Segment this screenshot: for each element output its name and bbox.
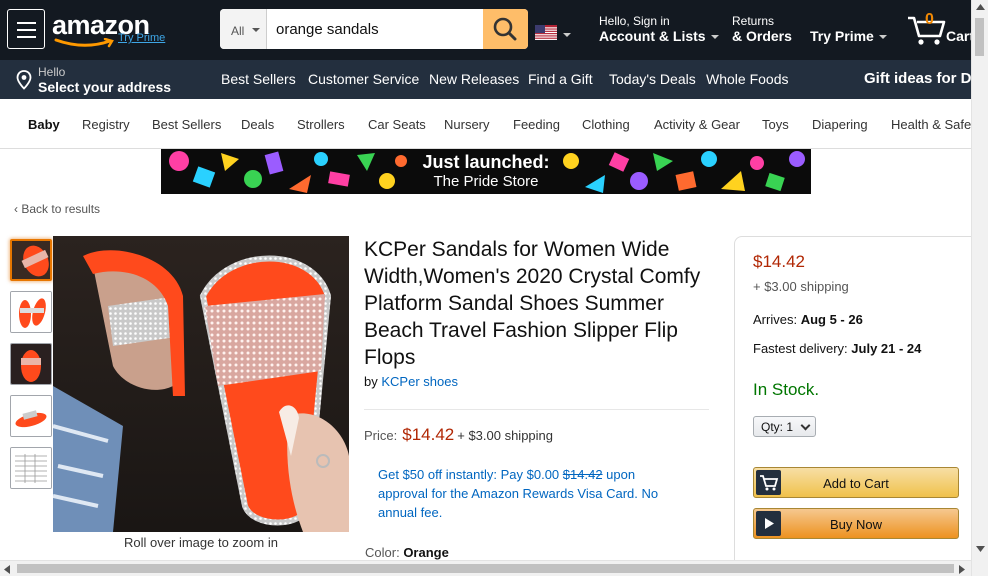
thumbnail-image xyxy=(11,292,51,332)
search-button[interactable] xyxy=(483,9,528,49)
nav-customer-service[interactable]: Customer Service xyxy=(308,71,419,87)
category-strollers[interactable]: Strollers xyxy=(297,117,345,132)
thumbnail-2[interactable] xyxy=(10,291,52,333)
add-to-cart-button[interactable]: Add to Cart xyxy=(753,467,959,498)
scroll-left-icon[interactable] xyxy=(4,565,10,574)
location-pin-icon xyxy=(16,70,32,90)
thumbnail-image xyxy=(11,396,51,436)
category-bar: Baby Registry Best Sellers Deals Strolle… xyxy=(0,99,972,149)
price-row: Price: $14.42 + $3.00 shipping xyxy=(364,425,554,444)
category-activity-gear[interactable]: Activity & Gear xyxy=(654,117,740,132)
product-price: $14.42 xyxy=(402,425,455,444)
divider xyxy=(364,409,709,410)
category-clothing[interactable]: Clothing xyxy=(582,117,630,132)
search-icon xyxy=(493,17,517,41)
amazon-logo[interactable]: amazon Try Prime xyxy=(52,10,172,50)
search-input[interactable] xyxy=(267,9,483,49)
chevron-down-icon xyxy=(563,33,571,37)
top-nav: amazon Try Prime All Hello, Sign i xyxy=(0,0,975,60)
us-flag-icon[interactable] xyxy=(535,25,557,40)
fastest-delivery: Fastest delivery: July 21 - 24 xyxy=(753,341,922,356)
sandal-image xyxy=(53,236,349,532)
cart-icon xyxy=(756,470,781,495)
chevron-down-icon xyxy=(710,35,719,40)
scroll-up-icon[interactable] xyxy=(976,4,985,10)
chevron-down-icon xyxy=(800,420,811,431)
main-product-image[interactable] xyxy=(53,236,349,532)
category-diapering[interactable]: Diapering xyxy=(812,117,868,132)
color-selector-label: Color: Orange xyxy=(365,545,449,560)
arrival-date: Arrives: Aug 5 - 26 xyxy=(753,312,863,327)
search-category-dropdown[interactable]: All xyxy=(220,9,267,49)
nav-best-sellers[interactable]: Best Sellers xyxy=(221,71,296,87)
size-chart-thumbnail xyxy=(11,448,51,488)
thumbnail-image xyxy=(11,344,51,384)
category-feeding[interactable]: Feeding xyxy=(513,117,560,132)
category-deals[interactable]: Deals xyxy=(241,117,274,132)
search-bar: All xyxy=(220,9,528,49)
selected-color: Orange xyxy=(403,545,449,560)
quantity-select[interactable]: Qty: 1 xyxy=(753,416,816,437)
category-car-seats[interactable]: Car Seats xyxy=(368,117,426,132)
category-nursery[interactable]: Nursery xyxy=(444,117,490,132)
category-registry[interactable]: Registry xyxy=(82,117,130,132)
back-to-results-link[interactable]: ‹ Back to results xyxy=(14,202,100,216)
chevron-down-icon xyxy=(878,35,887,40)
product-title: KCPer Sandals for Women Wide Width,Women… xyxy=(364,238,701,369)
scroll-right-icon[interactable] xyxy=(959,565,965,574)
zoom-hint: Roll over image to zoom in xyxy=(124,535,278,550)
nav-new-releases[interactable]: New Releases xyxy=(429,71,519,87)
thumbnail-3[interactable] xyxy=(10,343,52,385)
cart-label: Cart xyxy=(946,28,975,44)
vertical-scrollbar[interactable] xyxy=(971,0,988,576)
category-toys[interactable]: Toys xyxy=(762,117,789,132)
horizontal-scroll-thumb[interactable] xyxy=(17,564,954,573)
cart-count: 0 xyxy=(925,11,934,28)
gift-ideas-link[interactable]: Gift ideas for Dad xyxy=(864,70,972,87)
scroll-down-icon[interactable] xyxy=(976,546,985,552)
thumbnail-4[interactable] xyxy=(10,395,52,437)
rewards-card-promo[interactable]: Get $50 off instantly: Pay $0.00 $14.42 … xyxy=(378,465,683,522)
chevron-down-icon xyxy=(252,28,260,32)
thumbnail-1[interactable] xyxy=(10,239,52,281)
sub-nav: Hello Select your address Best Sellers C… xyxy=(0,60,972,99)
hamburger-icon xyxy=(17,22,36,24)
brand-link[interactable]: KCPer shoes xyxy=(381,374,458,389)
promo-banner[interactable]: Just launched: The Pride Store xyxy=(161,149,811,194)
banner-title: Just launched: xyxy=(422,152,550,172)
nav-todays-deals[interactable]: Today's Deals xyxy=(609,71,696,87)
nav-whole-foods[interactable]: Whole Foods xyxy=(706,71,788,87)
byline: by KCPer shoes xyxy=(364,374,458,389)
menu-button[interactable] xyxy=(7,9,45,49)
category-health-safety[interactable]: Health & Safety xyxy=(891,117,972,132)
buybox-shipping: + $3.00 shipping xyxy=(753,279,849,294)
stock-status: In Stock. xyxy=(753,380,820,399)
thumbnail-image xyxy=(12,241,50,279)
thumbnail-5[interactable] xyxy=(10,447,52,489)
vertical-scroll-thumb[interactable] xyxy=(975,18,984,56)
strikethrough-price: $14.42 xyxy=(562,467,603,482)
buy-now-button[interactable]: Buy Now xyxy=(753,508,959,539)
nav-find-a-gift[interactable]: Find a Gift xyxy=(528,71,593,87)
buybox-price: $14.42 xyxy=(753,252,805,271)
shipping-cost: + $3.00 shipping xyxy=(457,428,554,443)
category-baby[interactable]: Baby xyxy=(28,117,60,132)
category-best-sellers[interactable]: Best Sellers xyxy=(152,117,221,132)
logo-prime-link[interactable]: Try Prime xyxy=(118,32,165,44)
play-icon xyxy=(756,511,781,536)
smile-icon xyxy=(54,38,114,48)
banner-subtitle: The Pride Store xyxy=(433,173,539,190)
